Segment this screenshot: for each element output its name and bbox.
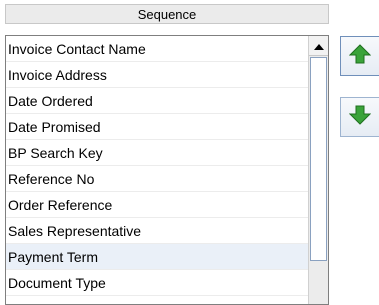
vertical-scrollbar[interactable] (308, 36, 328, 304)
list-item[interactable]: Date Promised (6, 114, 308, 140)
move-down-button[interactable] (340, 97, 379, 137)
list-item[interactable]: Invoice Address (6, 62, 308, 88)
list-item[interactable]: Reference No (6, 166, 308, 192)
sequence-list-items: Invoice Contact Name Invoice Address Dat… (6, 36, 308, 296)
triangle-up-icon (313, 37, 324, 55)
list-item[interactable]: Order Reference (6, 192, 308, 218)
list-item-selected[interactable]: Payment Term (6, 244, 308, 270)
list-item[interactable]: Invoice Contact Name (6, 36, 308, 62)
sequence-header: Sequence (5, 4, 329, 24)
list-item[interactable]: BP Search Key (6, 140, 308, 166)
green-arrow-up-icon (348, 43, 372, 70)
sequence-title: Sequence (137, 6, 197, 22)
list-item[interactable]: Sales Representative (6, 218, 308, 244)
green-arrow-down-icon (348, 104, 372, 131)
scroll-up-button[interactable] (309, 36, 328, 56)
move-up-button[interactable] (340, 36, 379, 76)
list-item[interactable]: Date Ordered (6, 88, 308, 114)
list-item[interactable]: Document Type (6, 270, 308, 296)
scrollbar-thumb[interactable] (310, 57, 327, 261)
sequence-list[interactable]: Invoice Contact Name Invoice Address Dat… (5, 35, 329, 305)
